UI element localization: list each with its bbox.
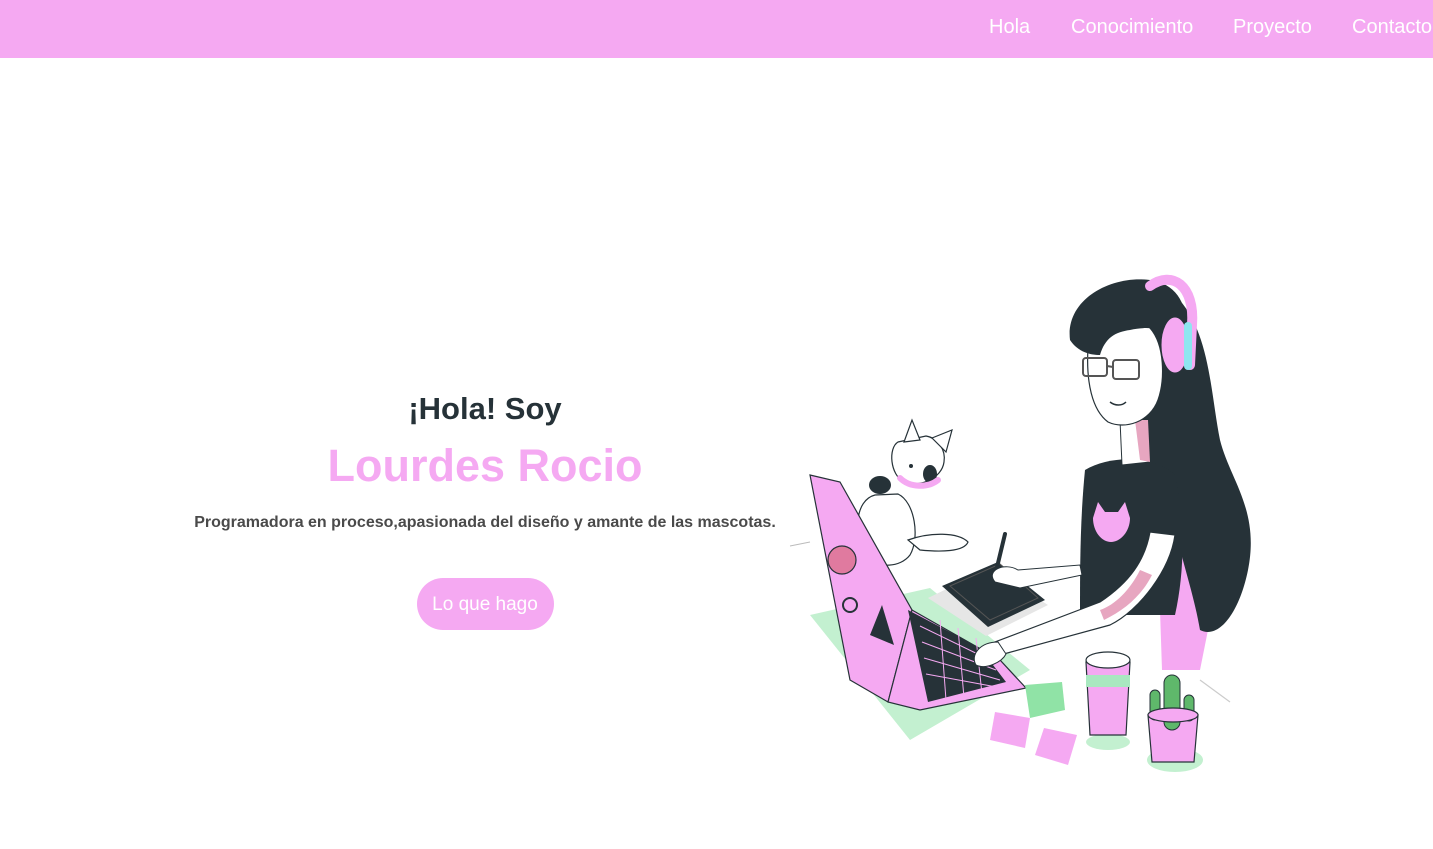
hero-greeting: ¡Hola! Soy bbox=[408, 391, 562, 426]
coffee-cup bbox=[1085, 651, 1131, 750]
sticky-note-green bbox=[1025, 682, 1065, 718]
nav-link-hola[interactable]: Hola bbox=[989, 16, 1030, 39]
what-i-do-button[interactable]: Lo que hago bbox=[416, 577, 554, 630]
sticky-note-pink-2 bbox=[1035, 728, 1077, 765]
hero-name: Lourdes Rocio bbox=[327, 440, 643, 492]
hero-tagline: Programadora en proceso,apasionada del d… bbox=[194, 514, 776, 532]
hero-section: ¡Hola! Soy Lourdes Rocio Programadora en… bbox=[170, 390, 800, 630]
nav-link-contacto[interactable]: Contacto bbox=[1352, 16, 1432, 39]
nav-link-conocimiento[interactable]: Conocimiento bbox=[1071, 16, 1193, 39]
sticky-note-pink-1 bbox=[990, 712, 1030, 748]
nav-link-proyecto[interactable]: Proyecto bbox=[1233, 16, 1312, 39]
top-navbar: Hola Conocimiento Proyecto Contacto bbox=[0, 0, 1433, 58]
cactus-plant bbox=[1147, 674, 1203, 772]
developer-illustration bbox=[789, 274, 1251, 772]
